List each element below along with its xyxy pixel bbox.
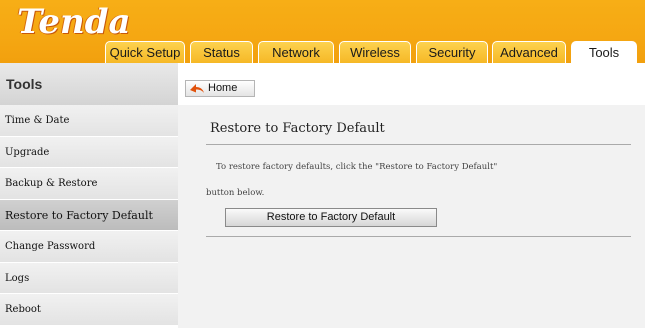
sidebar-item-backup-restore[interactable]: Backup & Restore xyxy=(0,168,178,200)
description-line-2: button below. xyxy=(206,188,265,198)
sidebar-item-upgrade[interactable]: Upgrade xyxy=(0,136,178,168)
breadcrumb: Home xyxy=(178,63,645,105)
home-label: Home xyxy=(208,82,238,94)
tab-wireless[interactable]: Wireless xyxy=(339,41,411,63)
tab-status[interactable]: Status xyxy=(190,41,253,63)
sidebar-title: Tools xyxy=(0,63,178,105)
restore-factory-default-button[interactable]: Restore to Factory Default xyxy=(225,208,437,227)
title-divider xyxy=(206,144,631,145)
home-arrow-icon xyxy=(190,84,204,93)
sidebar-item-time-date[interactable]: Time & Date xyxy=(0,105,178,137)
page-title: Restore to Factory Default xyxy=(210,121,385,136)
sidebar-item-reboot[interactable]: Reboot xyxy=(0,294,178,326)
tenda-logo: Tenda xyxy=(17,2,131,42)
sidebar-item-change-password[interactable]: Change Password xyxy=(0,231,178,263)
tab-security[interactable]: Security xyxy=(416,41,488,63)
home-button[interactable]: Home xyxy=(185,80,255,97)
description-line-1: To restore factory defaults, click the "… xyxy=(216,162,498,172)
tab-advanced[interactable]: Advanced xyxy=(492,41,566,63)
top-nav-tabs: Quick Setup Status Network Wireless Secu… xyxy=(0,41,645,64)
sidebar-menu: Time & Date Upgrade Backup & Restore Res… xyxy=(0,105,178,326)
sidebar-item-restore-factory-default[interactable]: Restore to Factory Default xyxy=(0,199,178,231)
restore-panel: Restore to Factory Default To restore fa… xyxy=(202,113,642,328)
sidebar-item-logs[interactable]: Logs xyxy=(0,262,178,294)
main-content: Restore to Factory Default To restore fa… xyxy=(178,105,645,328)
tab-network[interactable]: Network xyxy=(258,41,334,63)
bottom-divider xyxy=(206,236,631,237)
tab-quick-setup[interactable]: Quick Setup xyxy=(105,41,185,63)
header-bar: Tenda Quick Setup Status Network Wireles… xyxy=(0,0,645,64)
tab-tools[interactable]: Tools xyxy=(571,41,637,64)
